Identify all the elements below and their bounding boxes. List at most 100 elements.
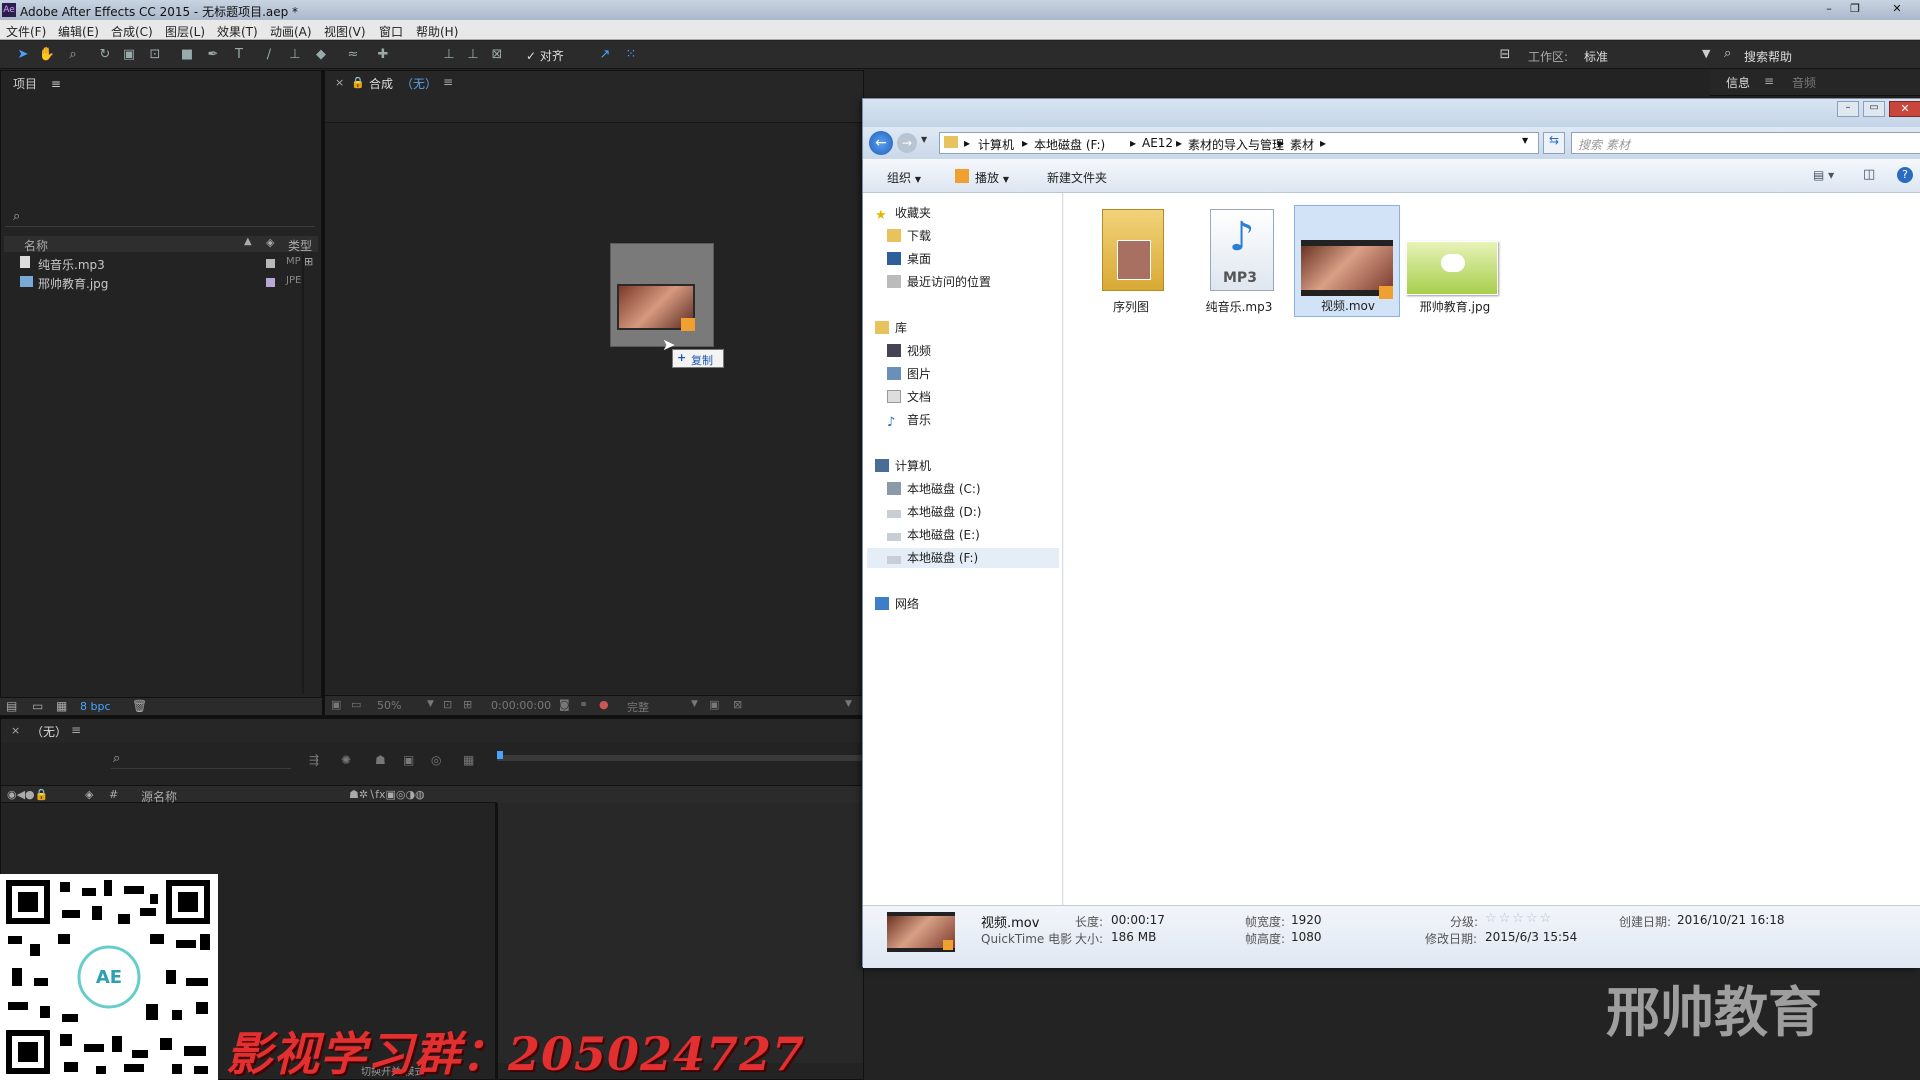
breadcrumb-ae12[interactable]: AE12 — [1142, 136, 1173, 150]
breadcrumb-import-folder[interactable]: 素材的导入与管理 — [1188, 136, 1284, 153]
col-type[interactable]: 类型 — [288, 237, 312, 254]
zoom-tool-icon[interactable]: ⌕ — [64, 47, 82, 63]
panel-menu-icon[interactable]: ≡ — [443, 75, 453, 89]
chevron-down-icon[interactable]: ▼ — [1522, 136, 1528, 145]
file-item-selected[interactable]: 视频.mov — [1294, 205, 1400, 317]
menu-view[interactable]: 视图(V) — [324, 23, 366, 40]
region-of-interest-icon[interactable]: ⊡ — [443, 698, 452, 711]
chevron-down-icon[interactable]: ▼ — [845, 699, 852, 709]
breadcrumb-drive-f[interactable]: 本地磁盘 (F:) — [1034, 136, 1105, 153]
roto-brush-tool-icon[interactable]: ≈ — [344, 47, 362, 63]
comp-tab-value[interactable]: （无） — [401, 75, 437, 92]
label-color-swatch[interactable] — [266, 259, 275, 268]
nav-pictures[interactable]: 图片 — [887, 364, 931, 384]
nav-network[interactable]: 网络 — [875, 594, 919, 614]
new-folder-icon[interactable]: ▭ — [32, 699, 43, 713]
frame-blending-icon[interactable]: ▣ — [403, 753, 414, 767]
puppet-pin-tool-icon[interactable]: ✚ — [374, 47, 392, 63]
close-icon[interactable]: × — [11, 724, 20, 737]
col-index[interactable]: # — [109, 788, 118, 801]
file-item[interactable]: ♪ MP3 纯音乐.mp3 — [1186, 205, 1292, 317]
3d-view-icon[interactable]: ▣ — [709, 698, 719, 711]
tab-audio[interactable]: 音频 — [1792, 74, 1816, 91]
nav-favorites[interactable]: ★ 收藏夹 — [875, 203, 931, 223]
minimize-icon[interactable]: – — [1818, 1, 1840, 17]
chevron-down-icon[interactable]: ▼ — [1702, 47, 1710, 60]
project-tab[interactable]: 项目 ≡ — [13, 75, 61, 92]
axis-world-icon[interactable]: ⊥ — [464, 47, 482, 63]
maximize-icon[interactable]: ▭ — [1863, 101, 1885, 117]
switches-icons[interactable]: ☗✲∖fx▣◎◑◍ — [349, 788, 425, 801]
new-composition-icon[interactable]: ▦ — [56, 699, 67, 713]
snapshot-icon[interactable]: ◙ — [559, 698, 570, 711]
organize-button[interactable]: 组织 ▼ — [887, 169, 921, 186]
pan-behind-tool-icon[interactable]: ⊡ — [146, 47, 164, 63]
av-features-icons[interactable]: ◉◀●🔒 — [7, 788, 48, 801]
project-item[interactable]: 邢帅教育.jpg JPE — [4, 273, 314, 292]
view-layout-icon[interactable]: ⊠ — [733, 698, 742, 711]
menu-edit[interactable]: 编辑(E) — [58, 23, 99, 40]
comp-tab-label[interactable]: 合成 — [369, 75, 393, 92]
explorer-search-input[interactable]: 搜索 素材 — [1571, 132, 1920, 154]
panel-menu-icon[interactable]: ≡ — [1764, 74, 1774, 88]
back-arrow-icon[interactable]: ← — [869, 131, 893, 155]
new-folder-button[interactable]: 新建文件夹 — [1047, 169, 1107, 186]
chevron-down-icon[interactable]: ▼ — [691, 699, 698, 709]
forward-arrow-icon[interactable]: → — [897, 133, 917, 153]
bpc-toggle[interactable]: 8 bpc — [80, 700, 111, 713]
snap-feather-icon[interactable]: ↗ — [596, 47, 614, 63]
draft-3d-icon[interactable]: ✺ — [341, 753, 351, 767]
nav-drive-f[interactable]: 本地磁盘 (F:) — [887, 548, 978, 568]
nav-computer[interactable]: 计算机 — [875, 456, 931, 476]
label-tag-icon[interactable]: ◈ — [85, 788, 93, 801]
refresh-icon[interactable]: ⇆ — [1543, 132, 1565, 154]
motion-blur-icon[interactable]: ◎ — [431, 753, 441, 767]
menu-help[interactable]: 帮助(H) — [416, 23, 458, 40]
menu-layer[interactable]: 图层(L) — [165, 23, 205, 40]
col-name[interactable]: 名称 — [24, 237, 48, 254]
minimize-icon[interactable]: – — [1837, 101, 1859, 117]
time-ruler[interactable] — [497, 785, 863, 803]
axis-view-icon[interactable]: ⊠ — [488, 47, 506, 63]
clone-stamp-tool-icon[interactable]: ⊥ — [286, 47, 304, 63]
change-view-icon[interactable]: ▤ ▾ — [1813, 168, 1834, 182]
timeline-tab-label[interactable]: （无） — [31, 723, 67, 740]
nav-drive-e[interactable]: 本地磁盘 (E:) — [887, 525, 980, 545]
menu-window[interactable]: 窗口 — [379, 23, 403, 40]
file-item[interactable]: 邢帅教育.jpg — [1402, 205, 1508, 317]
camera-tool-icon[interactable]: ▣ — [120, 47, 138, 63]
eraser-tool-icon[interactable]: ◆ — [312, 47, 330, 63]
col-source-name[interactable]: 源名称 — [141, 788, 177, 805]
pen-tool-icon[interactable]: ✒ — [204, 47, 222, 63]
workspace-icon[interactable]: ⊟ — [1496, 47, 1514, 63]
breadcrumb-materials[interactable]: 素材 — [1290, 136, 1314, 153]
search-icon[interactable]: ⌕ — [1724, 46, 1731, 61]
brush-tool-icon[interactable]: ∕ — [260, 47, 278, 63]
panel-menu-icon[interactable]: ≡ — [51, 77, 61, 91]
breadcrumb-computer[interactable]: 计算机 — [978, 136, 1014, 153]
nav-libraries[interactable]: 库 — [875, 318, 907, 338]
snap-grid-icon[interactable]: ⁙ — [622, 47, 640, 63]
project-scrollbar[interactable] — [302, 254, 304, 694]
graph-editor-icon[interactable]: ▦ — [463, 753, 474, 767]
nav-music[interactable]: ♪ 音乐 — [887, 410, 931, 430]
menu-animation[interactable]: 动画(A) — [270, 23, 312, 40]
label-tag-icon[interactable]: ◈ — [266, 236, 274, 249]
hand-tool-icon[interactable]: ✋ — [38, 47, 56, 63]
nav-drive-c[interactable]: 本地磁盘 (C:) — [887, 479, 981, 499]
close-icon[interactable]: × — [335, 76, 344, 89]
file-item[interactable]: 序列图 — [1078, 205, 1184, 317]
menu-composition[interactable]: 合成(C) — [111, 23, 153, 40]
nav-downloads[interactable]: 下载 — [887, 226, 931, 246]
restore-icon[interactable]: ❐ — [1844, 1, 1866, 17]
rotate-tool-icon[interactable]: ↻ — [96, 47, 114, 63]
time-navigator-start-handle[interactable] — [497, 751, 503, 759]
shy-layers-icon[interactable]: ☗ — [375, 753, 386, 767]
search-help-input[interactable]: 搜索帮助 — [1744, 48, 1792, 65]
project-search-input[interactable]: ⌕ — [5, 207, 315, 227]
monitor-icon[interactable]: ▭ — [351, 698, 361, 711]
color-channel-icon[interactable]: ● — [599, 698, 609, 711]
flowchart-icon[interactable]: ⊞ — [304, 255, 313, 268]
nav-documents[interactable]: 文档 — [887, 387, 931, 407]
rating-stars-icon[interactable]: ☆☆☆☆☆ — [1485, 911, 1553, 926]
